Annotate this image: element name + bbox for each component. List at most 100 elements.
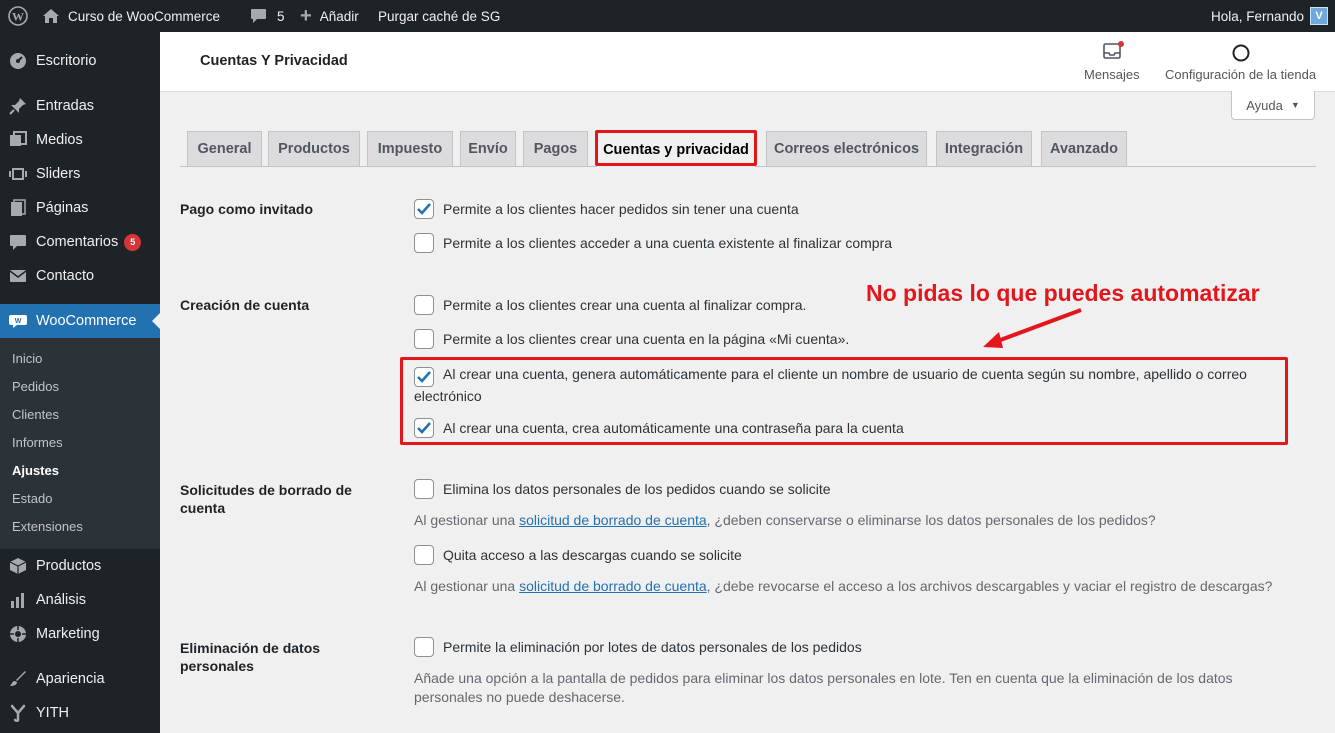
tab-impuesto[interactable]: Impuesto (367, 131, 453, 166)
account-checkout-option[interactable]: Permite a los clientes crear una cuenta … (414, 295, 806, 315)
submenu-item-estado[interactable]: Estado (12, 489, 52, 509)
remove-downloads-option[interactable]: Quita acceso a las descargas cuando se s… (414, 545, 742, 565)
erase-orders-description: Al gestionar una solicitud de borrado de… (414, 511, 1156, 530)
store-setup-button[interactable]: Configuración de la tienda (1165, 42, 1316, 82)
sidebar-item-sliders[interactable]: Sliders (0, 157, 160, 191)
tab-correos-electronicos[interactable]: Correos electrónicos (766, 131, 927, 166)
purge-cache-label: Purgar caché de SG (378, 8, 501, 24)
admin-sidebar: Escritorio Entradas Medios Sliders Págin… (0, 32, 160, 733)
home-icon (42, 8, 60, 24)
slider-icon (0, 167, 36, 181)
page-icon (0, 199, 36, 217)
sidebar-item-label: Apariencia (36, 671, 105, 687)
erasure-request-link[interactable]: solicitud de borrado de cuenta (519, 578, 707, 594)
bulk-removal-checkbox[interactable] (414, 637, 434, 657)
tab-integracion[interactable]: Integración (936, 131, 1032, 166)
svg-text:W: W (15, 318, 22, 325)
purge-cache-link[interactable]: Purgar caché de SG (378, 0, 500, 32)
submenu-item-pedidos[interactable]: Pedidos (12, 377, 59, 397)
tab-avanzado[interactable]: Avanzado (1041, 131, 1127, 166)
sidebar-item-label: YITH (36, 705, 70, 721)
account-menu[interactable]: Hola, Fernando V (1211, 0, 1329, 32)
pin-icon (0, 97, 36, 115)
add-new-label: Añadir (319, 8, 359, 24)
sidebar-item-escritorio[interactable]: Escritorio (0, 44, 160, 78)
sidebar-item-comentarios[interactable]: Comentarios 5 (0, 225, 160, 259)
bulk-removal-option[interactable]: Permite la eliminación por lotes de dato… (414, 637, 862, 657)
sidebar-item-label: Entradas (36, 98, 95, 114)
svg-text:W: W (12, 10, 24, 24)
account-myaccount-checkbox[interactable] (414, 329, 434, 349)
guest-order-checkbox[interactable] (414, 199, 434, 219)
account-checkout-checkbox[interactable] (414, 295, 434, 315)
sidebar-item-label: Escritorio (36, 53, 97, 69)
submenu-item-informes[interactable]: Informes (12, 433, 63, 453)
sidebar-item-label: Páginas (36, 200, 89, 216)
submenu-item-clientes[interactable]: Clientes (12, 405, 59, 425)
annotation-arrow-icon (983, 308, 1082, 348)
comments-badge: 5 (124, 233, 142, 251)
sidebar-item-label: Contacto (36, 268, 95, 284)
sidebar-item-label: WooCommerce (36, 313, 137, 329)
submenu-item-inicio[interactable]: Inicio (12, 349, 42, 369)
tab-envio[interactable]: Envío (460, 131, 516, 166)
submenu-item-ajustes[interactable]: Ajustes (12, 461, 59, 481)
avatar: V (1310, 7, 1329, 25)
guest-checkout-heading: Pago como invitado (180, 201, 314, 217)
sidebar-item-entradas[interactable]: Entradas (0, 89, 160, 123)
desc-text: , ¿deben conservarse o eliminarse los da… (706, 512, 1156, 528)
tab-general[interactable]: General (187, 131, 262, 166)
yith-icon (0, 704, 36, 722)
guest-login-option[interactable]: Permite a los clientes acceder a una cue… (414, 233, 892, 253)
tab-pagos[interactable]: Pagos (523, 131, 588, 166)
bulk-removal-description: Añade una opción a la pantalla de pedido… (414, 670, 1233, 705)
woocommerce-header: Cuentas Y Privacidad Mensajes Configurac… (160, 32, 1335, 92)
box-icon (0, 557, 36, 575)
personal-data-removal-heading: Eliminación de datos personales (180, 640, 321, 674)
guest-login-checkbox[interactable] (414, 233, 434, 253)
account-myaccount-label: Permite a los clientes crear una cuenta … (443, 331, 850, 347)
sidebar-item-paginas[interactable]: Páginas (0, 191, 160, 225)
sidebar-item-label: Productos (36, 558, 102, 574)
store-setup-label: Configuración de la tienda (1165, 67, 1317, 82)
add-new-link[interactable]: + Añadir (300, 0, 359, 32)
erase-orders-checkbox[interactable] (414, 479, 434, 499)
submenu-item-extensiones[interactable]: Extensiones (12, 517, 83, 537)
sidebar-item-label: Análisis (36, 592, 86, 608)
automation-highlight-box (400, 357, 1288, 445)
account-myaccount-option[interactable]: Permite a los clientes crear una cuenta … (414, 329, 849, 349)
inbox-icon (1102, 41, 1124, 63)
sidebar-item-medios[interactable]: Medios (0, 123, 160, 157)
tab-productos[interactable]: Productos (268, 131, 360, 166)
comments-link[interactable]: 5 (250, 0, 285, 32)
dashboard-icon (0, 52, 36, 70)
help-tab-button[interactable]: Ayuda ▼ (1231, 91, 1315, 120)
sidebar-item-label: Comentarios (36, 234, 119, 250)
guest-order-label: Permite a los clientes hacer pedidos sin… (443, 201, 799, 217)
sidebar-item-analisis[interactable]: Análisis (0, 583, 160, 617)
chart-icon (0, 592, 36, 608)
sidebar-item-productos[interactable]: Productos (0, 549, 160, 583)
admin-bar: W Curso de WooCommerce 5 + Añadir Purgar… (0, 0, 1335, 32)
erasure-request-link[interactable]: solicitud de borrado de cuenta (519, 512, 707, 528)
sidebar-item-label: Marketing (36, 626, 100, 642)
comments-count: 5 (277, 8, 285, 24)
messages-button[interactable]: Mensajes (1084, 41, 1140, 82)
site-home-link[interactable]: Curso de WooCommerce (42, 0, 220, 32)
site-name: Curso de WooCommerce (68, 8, 221, 24)
sidebar-item-yith[interactable]: YITH (0, 696, 160, 730)
wordpress-logo-icon[interactable]: W (8, 0, 28, 32)
sidebar-item-woocommerce[interactable]: W WooCommerce (0, 304, 160, 338)
sidebar-item-label: Medios (36, 132, 83, 148)
sidebar-item-contacto[interactable]: Contacto (0, 259, 160, 293)
comment-bubble-icon (250, 8, 267, 24)
remove-downloads-checkbox[interactable] (414, 545, 434, 565)
brush-icon (0, 670, 36, 688)
megaphone-icon (0, 625, 36, 643)
messages-label: Mensajes (1084, 67, 1140, 82)
progress-circle-icon (1232, 44, 1250, 65)
erase-orders-option[interactable]: Elimina los datos personales de los pedi… (414, 479, 831, 499)
sidebar-item-marketing[interactable]: Marketing (0, 617, 160, 651)
sidebar-item-apariencia[interactable]: Apariencia (0, 662, 160, 696)
guest-order-option[interactable]: Permite a los clientes hacer pedidos sin… (414, 199, 799, 219)
